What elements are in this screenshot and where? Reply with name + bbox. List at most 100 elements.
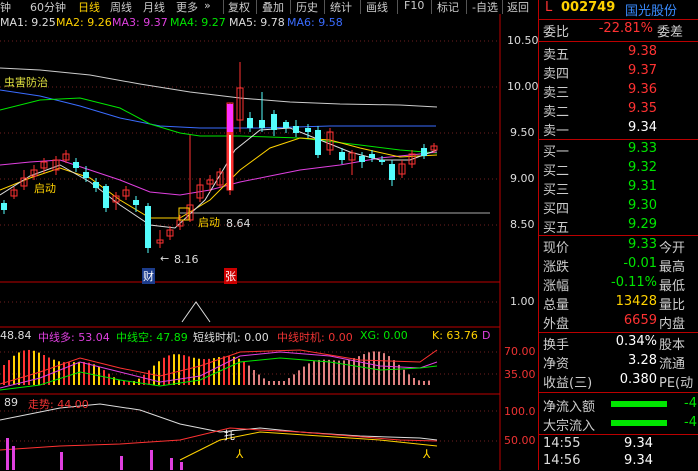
zhongxian-shiji: 中线时机: 0.00 [277,331,353,344]
stat-label: 外盘 [543,317,570,332]
volume-tick: 1.00 [510,295,535,308]
candle-body [103,186,109,208]
price-tick: 9.00 [510,172,535,185]
ind1-tick: 70.00 [504,345,536,358]
fin-value: 3.28 [628,353,657,368]
ask-label: 卖四 [543,67,570,82]
ask-row: 卖三 9.36 [539,82,698,101]
divider [539,19,698,20]
divider [539,235,698,236]
tick-time: 14:55 [543,436,581,451]
candle-body [369,154,375,158]
bid-label: 买五 [543,221,570,236]
bid-label: 买二 [543,164,570,179]
fin-label2: 股本 [659,338,686,353]
stat-label: 现价 [543,241,570,256]
low-arrow-icon: ← [160,252,169,265]
zhang-badge: 张 [224,268,237,284]
ind2-bar [170,458,173,470]
flow-label: 净流入额 [543,400,596,415]
stat-row: 涨跌 -0.01 最高 [539,256,698,275]
candle-body [283,122,289,128]
indicator1-legend: 48.84 中线多: 53.04 中线空: 47.89 短线时机: 0.00 中… [0,329,491,344]
weibi-label: 委比 [543,25,570,40]
limit-up-candle [229,135,231,190]
indicator2-legend: 89 走势: 44.00 [0,396,120,411]
candle-body [145,206,151,248]
flow-row: 大宗流入 -4 [539,415,698,434]
candle-body [379,160,385,162]
ask-row: 卖五 9.38 [539,44,698,63]
flow-row: 净流入额 -4 [539,396,698,415]
zhongxian-kong: 中线空: 47.89 [116,331,188,344]
price-tick: 8.50 [510,218,535,231]
fin-value: 0.380 [619,372,657,387]
tick-price: 9.34 [624,453,653,468]
candle-body [359,156,365,162]
bid-price: 9.30 [628,198,657,213]
bid-row: 买四 9.30 [539,198,698,217]
ask-row: 卖一 9.34 [539,120,698,139]
candle-body [247,118,253,128]
stat-value: 9.33 [628,237,657,252]
candle-body [271,114,277,130]
tick-row: 14:55 9.34 [539,436,698,454]
qidong-label-2: 启动 [198,216,220,229]
fin-label: 换手 [543,338,570,353]
divider [539,434,698,435]
ask-row: 卖二 9.35 [539,101,698,120]
fin-value: 0.34% [615,334,657,349]
candle-body [133,200,139,205]
tuo-label: 托 [224,429,235,442]
fin-row: 换手 0.34% 股本 [539,334,698,353]
xg-value: XG: 0.00 [360,329,408,342]
stock-code[interactable]: 002749 [561,0,615,15]
weibi-row: 委比 -22.81% 委差 [539,21,698,40]
bid-label: 买一 [543,145,570,160]
candle-body [421,148,427,156]
tick-time: 14:56 [543,453,581,468]
bid-row: 买一 9.33 [539,141,698,160]
ind2-value: 89 [4,396,18,409]
ma5-line [0,67,438,108]
stat-label2: 内盘 [659,317,686,332]
volume-peak [181,301,211,323]
fin-label: 净资 [543,357,570,372]
price-tick: 9.50 [510,126,535,139]
stat-value: 6659 [623,313,657,328]
fin-label: 收益(三) [543,376,593,391]
flow-bar [611,420,667,426]
price-tick: 10.50 [507,34,539,47]
ind2-bar [150,450,153,470]
d-value: D [482,329,491,342]
ind2-tick: 100.0 [504,405,536,418]
mark-price-label: 8.64 [226,217,251,230]
stock-name[interactable]: 国光股份 [625,0,677,19]
bid-price: 9.31 [628,179,657,194]
fin-row: 收益(三) 0.380 PE(动 [539,372,698,391]
divider [539,332,698,333]
divider [539,392,698,393]
stat-label2: 今开 [659,241,686,256]
fin-label2: 流通 [659,357,686,372]
ind1-value: 48.84 [0,329,32,342]
quote-panel: L 002749 国光股份 委比 -22.81% 委差 卖五 9.38 卖四 9.37 卖三 9.36… [538,0,698,470]
ask-price: 9.36 [628,82,657,97]
bid-price: 9.33 [628,141,657,156]
price-tick: 10.00 [507,80,539,93]
bid-row: 买二 9.32 [539,160,698,179]
bid-label: 买四 [543,202,570,217]
ask-price: 9.37 [628,63,657,78]
cai-badge: 财 [142,268,155,284]
ind1-tick: 35.00 [504,368,536,381]
ask-label: 卖五 [543,48,570,63]
qidong-label-1: 启动 [34,182,56,195]
pest-control-label: 虫害防治 [4,76,48,89]
tick-price: 9.34 [624,436,653,451]
bid-label: 买三 [543,183,570,198]
stat-label2: 最低 [659,279,686,294]
candle-body [73,162,79,168]
weibi-value: -22.81% [598,21,653,36]
ind2-bar [12,446,15,470]
bid-price: 9.32 [628,160,657,175]
